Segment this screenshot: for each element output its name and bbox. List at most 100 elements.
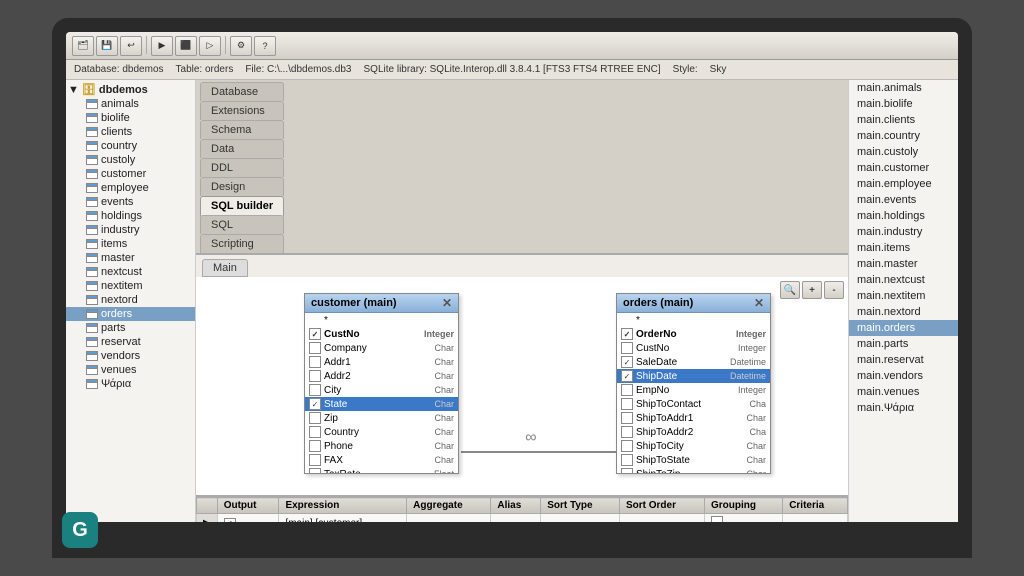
zoom-in-btn[interactable]: + <box>802 281 822 299</box>
right-list-item-main-nextitem[interactable]: main.nextitem <box>849 288 958 304</box>
right-list-item-main-items[interactable]: main.items <box>849 240 958 256</box>
orders-field-shiptoaddr2: ShipToAddr2 Cha <box>617 425 770 439</box>
output-checkbox[interactable] <box>224 518 236 523</box>
right-panel: DatabaseExtensionsSchemaDataDDLDesignSQL… <box>196 80 848 522</box>
tab-design[interactable]: Design <box>200 177 284 196</box>
sidebar-item-label: biolife <box>101 112 130 124</box>
sidebar-item-label: events <box>101 196 133 208</box>
right-list-item-main-Ψάρια[interactable]: main.Ψάρια <box>849 400 958 416</box>
right-list-item-main-biolife[interactable]: main.biolife <box>849 96 958 112</box>
sidebar-item-employee[interactable]: employee <box>66 181 195 195</box>
right-list-item-main-industry[interactable]: main.industry <box>849 224 958 240</box>
sidebar-item-items[interactable]: items <box>66 237 195 251</box>
right-list-item-main-holdings[interactable]: main.holdings <box>849 208 958 224</box>
tab-sql[interactable]: SQL <box>200 215 284 234</box>
toolbar-btn-8[interactable]: ? <box>254 36 276 56</box>
cell-grouping[interactable] <box>704 514 782 523</box>
toolbar-btn-6[interactable]: ▷ <box>199 36 221 56</box>
customer-field-zip: Zip Char <box>305 411 458 425</box>
sidebar-item-animals[interactable]: animals <box>66 97 195 111</box>
sidebar-item-parts[interactable]: parts <box>66 321 195 335</box>
sidebar-item-holdings[interactable]: holdings <box>66 209 195 223</box>
tab-sql-builder[interactable]: SQL builder <box>200 196 284 217</box>
tab-extensions[interactable]: Extensions <box>200 101 284 120</box>
right-list-item-main-parts[interactable]: main.parts <box>849 336 958 352</box>
toolbar-btn-4[interactable]: ▶ <box>151 36 173 56</box>
toolbar-btn-3[interactable]: ↩ <box>120 36 142 56</box>
sidebar-item-customer[interactable]: customer <box>66 167 195 181</box>
sidebar-item-clients[interactable]: clients <box>66 125 195 139</box>
sidebar-item-nextitem[interactable]: nextitem <box>66 279 195 293</box>
tab-scripting[interactable]: Scripting <box>200 234 284 253</box>
results-header: OutputExpressionAggregateAliasSort TypeS… <box>197 498 848 514</box>
sql-builder: ∞ customer (main) ✕ *CustNo IntegerCompa… <box>196 277 848 522</box>
cell-output[interactable] <box>217 514 279 523</box>
orders-field-saledate: SaleDate Datetime <box>617 355 770 369</box>
right-list-item-main-nextcust[interactable]: main.nextcust <box>849 272 958 288</box>
cell-criteria <box>783 514 848 523</box>
orders-title: orders (main) <box>623 297 693 309</box>
right-list-item-main-nextord[interactable]: main.nextord <box>849 304 958 320</box>
row-handle[interactable]: ▶ <box>197 514 218 523</box>
toolbar-btn-7[interactable]: ⚙ <box>230 36 252 56</box>
sidebar-item-country[interactable]: country <box>66 139 195 153</box>
grouping-checkbox[interactable] <box>711 516 723 522</box>
table-icon <box>86 281 98 291</box>
customer-field-city: City Char <box>305 383 458 397</box>
right-list-item-main-employee[interactable]: main.employee <box>849 176 958 192</box>
table-icon <box>86 267 98 277</box>
right-list-item-main-vendors[interactable]: main.vendors <box>849 368 958 384</box>
right-list-item-main-events[interactable]: main.events <box>849 192 958 208</box>
zoom-out-btn[interactable]: - <box>824 281 844 299</box>
sidebar-item-biolife[interactable]: biolife <box>66 111 195 125</box>
toolbar-btn-1[interactable]: 🗂 <box>72 36 94 56</box>
db-label: Database: dbdemos <box>74 64 164 75</box>
sidebar-item-reservat[interactable]: reservat <box>66 335 195 349</box>
tab-schema[interactable]: Schema <box>200 120 284 139</box>
sidebar-item-Ψάρια[interactable]: Ψάρια <box>66 377 195 391</box>
right-list-item-main-customer[interactable]: main.customer <box>849 160 958 176</box>
sidebar-item-orders[interactable]: orders <box>66 307 195 321</box>
tab-ddl[interactable]: DDL <box>200 158 284 177</box>
right-list-item-main-master[interactable]: main.master <box>849 256 958 272</box>
sidebar-root[interactable]: ▼ 🗄 dbdemos <box>66 82 195 97</box>
sidebar-item-label: reservat <box>101 336 141 348</box>
sidebar-item-industry[interactable]: industry <box>66 223 195 237</box>
zoom-icon[interactable]: 🔍 <box>780 281 800 299</box>
table-icon <box>86 379 98 389</box>
toolbar-btn-2[interactable]: 💾 <box>96 36 118 56</box>
sidebar-item-nextord[interactable]: nextord <box>66 293 195 307</box>
sidebar-item-custoly[interactable]: custoly <box>66 153 195 167</box>
col-alias: Alias <box>491 498 541 514</box>
table-icon <box>86 239 98 249</box>
right-list-item-main-orders[interactable]: main.orders <box>849 320 958 336</box>
sidebar-item-master[interactable]: master <box>66 251 195 265</box>
sidebar-item-label: Ψάρια <box>101 378 131 390</box>
right-list-item-main-venues[interactable]: main.venues <box>849 384 958 400</box>
orders-close-btn[interactable]: ✕ <box>754 296 764 310</box>
right-list-item-main-custoly[interactable]: main.custoly <box>849 144 958 160</box>
table-icon <box>86 183 98 193</box>
toolbar-btn-5[interactable]: ⬛ <box>175 36 197 56</box>
results-table: OutputExpressionAggregateAliasSort TypeS… <box>196 497 848 522</box>
tab-data[interactable]: Data <box>200 139 284 158</box>
sidebar-item-vendors[interactable]: vendors <box>66 349 195 363</box>
right-list-item-main-animals[interactable]: main.animals <box>849 80 958 96</box>
sidebar-item-label: custoly <box>101 154 135 166</box>
table-label: Table: orders <box>176 64 234 75</box>
table-icon <box>86 351 98 361</box>
col-sort-type: Sort Type <box>541 498 620 514</box>
right-list-item-main-country[interactable]: main.country <box>849 128 958 144</box>
tab-database[interactable]: Database <box>200 82 284 101</box>
right-list-item-main-clients[interactable]: main.clients <box>849 112 958 128</box>
sidebar-item-events[interactable]: events <box>66 195 195 209</box>
sidebar-item-nextcust[interactable]: nextcust <box>66 265 195 279</box>
toolbar-icons: 🗂 💾 ↩ ▶ ⬛ ▷ ⚙ ? <box>72 36 276 56</box>
sub-tab-main[interactable]: Main <box>202 259 248 277</box>
customer-close-btn[interactable]: ✕ <box>442 296 452 310</box>
cell-sort-type <box>541 514 620 523</box>
diagram-toolbar: 🔍 + - <box>780 281 844 299</box>
sidebar-item-venues[interactable]: venues <box>66 363 195 377</box>
right-list-item-main-reservat[interactable]: main.reservat <box>849 352 958 368</box>
sidebar-items: animalsbiolifeclientscountrycustolycusto… <box>66 97 195 391</box>
